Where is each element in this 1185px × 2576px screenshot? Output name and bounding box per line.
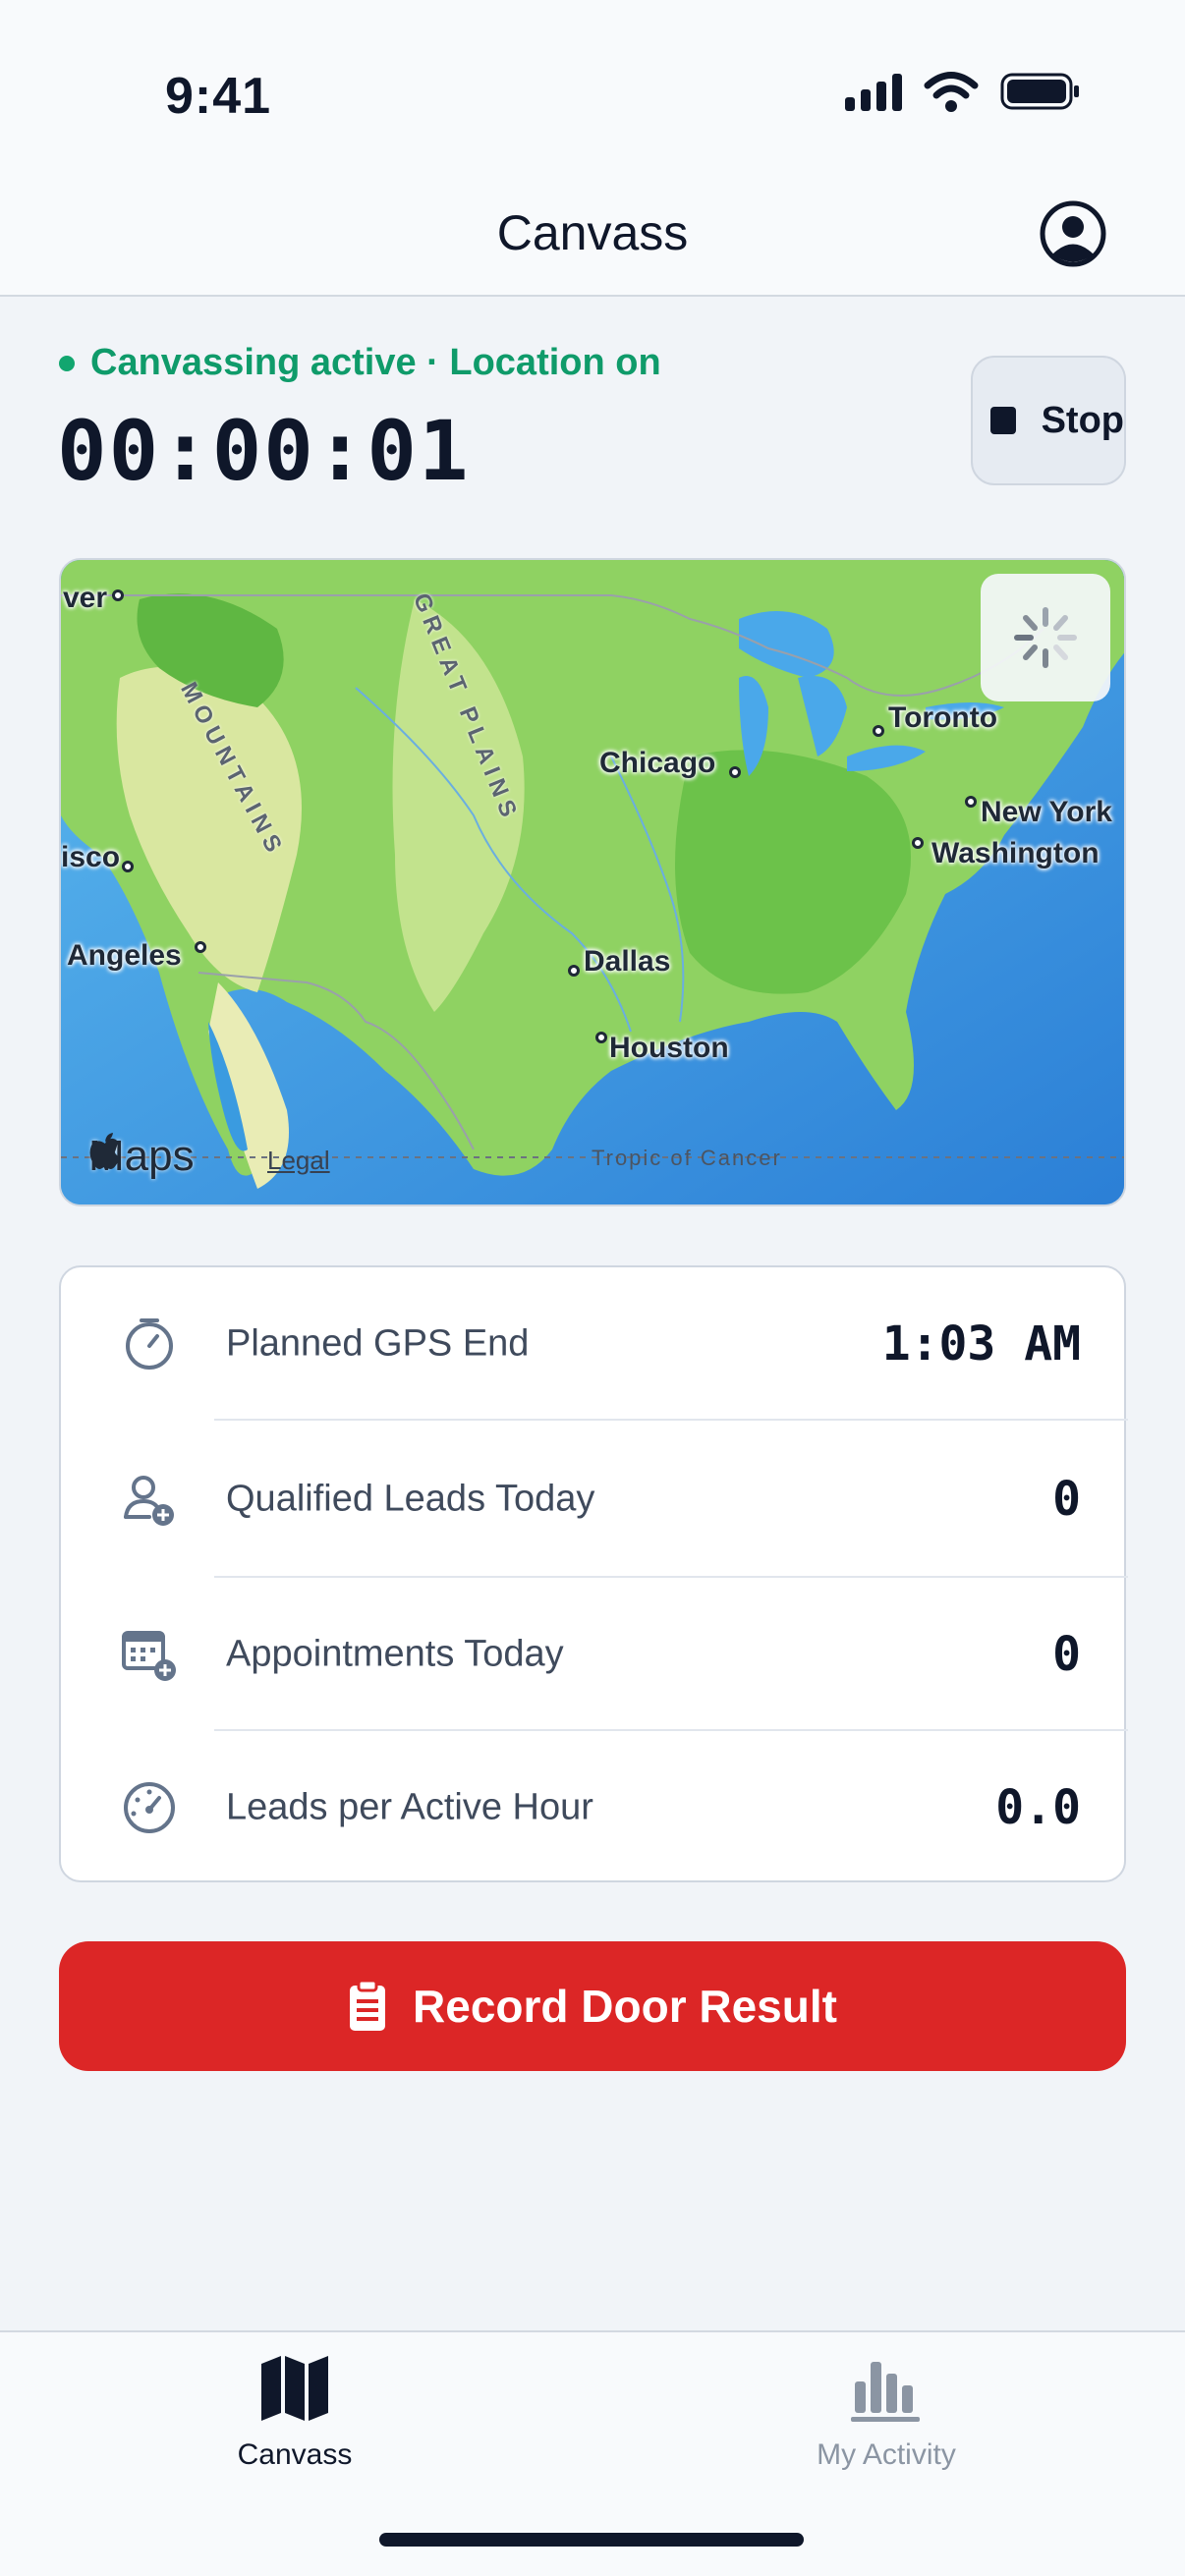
- map-label-washington: Washington: [931, 837, 1100, 869]
- session-status-text: Canvassing active · Location on: [90, 342, 661, 383]
- city-marker: [195, 941, 206, 953]
- stat-value: 0.0: [995, 1780, 1081, 1835]
- tab-canvass[interactable]: Canvass: [147, 2352, 442, 2472]
- maps-attribution: Maps: [88, 1132, 195, 1181]
- timer-icon: [126, 1318, 173, 1370]
- battery-icon: [1000, 73, 1079, 110]
- map-view[interactable]: MOUNTAINS GREAT PLAINS ver Chicago Toron…: [59, 558, 1126, 1206]
- cellular-signal-icon: [845, 72, 902, 111]
- stop-icon: [990, 407, 1016, 434]
- home-indicator: [379, 2533, 804, 2547]
- map-label-new-york: New York: [981, 796, 1112, 828]
- session-status: Canvassing active · Location on: [59, 342, 661, 384]
- map-label-san-francisco: isco: [61, 841, 121, 873]
- city-marker: [122, 861, 134, 872]
- status-icons: [845, 71, 1081, 112]
- city-marker: [912, 837, 924, 849]
- stat-label: Qualified Leads Today: [226, 1478, 595, 1520]
- tab-label: My Activity: [817, 2438, 956, 2471]
- stat-row-gps-end: Planned GPS End 1:03 AM: [61, 1267, 1128, 1421]
- stat-row-appointments: Appointments Today 0: [61, 1578, 1128, 1731]
- bar-chart-icon: [851, 2362, 920, 2422]
- page-title: Canvass: [496, 205, 689, 260]
- apple-logo-icon: [89, 1133, 120, 1169]
- stat-label: Planned GPS End: [226, 1322, 530, 1365]
- person-add-icon: [124, 1476, 174, 1526]
- city-marker: [873, 725, 884, 737]
- record-door-result-label: Record Door Result: [413, 1981, 837, 2032]
- active-dot-icon: [59, 355, 75, 371]
- map-loading-spinner: [981, 574, 1110, 701]
- clipboard-icon: [350, 1980, 386, 2031]
- record-door-result-button[interactable]: Record Door Result: [59, 1941, 1126, 2071]
- stat-label: Appointments Today: [226, 1633, 564, 1675]
- map-label-tropic: Tropic of Cancer: [592, 1146, 782, 1170]
- stat-value: 0: [1052, 1472, 1081, 1527]
- city-marker: [595, 1032, 607, 1043]
- status-bar: 9:41: [0, 0, 1185, 187]
- session-timer: 00:00:01: [57, 403, 471, 499]
- tab-label: Canvass: [237, 2438, 353, 2471]
- map-label-dallas: Dallas: [584, 945, 671, 978]
- stat-row-leads-per-hour: Leads per Active Hour 0.0: [61, 1731, 1128, 1884]
- city-marker: [568, 965, 580, 977]
- map-terrain: [61, 560, 1124, 1204]
- map-label-los-angeles: Angeles: [67, 939, 182, 972]
- stat-value: 1:03 AM: [881, 1316, 1081, 1372]
- nav-header: Canvass: [0, 187, 1185, 297]
- map-icon: [261, 2356, 328, 2421]
- gauge-icon: [124, 1782, 175, 1833]
- city-marker: [112, 589, 124, 601]
- map-label-denver: ver: [63, 582, 108, 614]
- stat-value: 0: [1052, 1627, 1081, 1682]
- stats-card: Planned GPS End 1:03 AM Qualified Leads …: [59, 1265, 1128, 1884]
- profile-icon[interactable]: [1038, 198, 1108, 269]
- stop-button[interactable]: Stop: [971, 356, 1126, 485]
- tab-my-activity[interactable]: My Activity: [739, 2352, 1034, 2472]
- stop-button-label: Stop: [1041, 399, 1124, 441]
- map-label-chicago: Chicago: [599, 747, 716, 779]
- status-time: 9:41: [165, 68, 272, 125]
- stat-row-qualified-leads: Qualified Leads Today 0: [61, 1421, 1128, 1578]
- city-marker: [965, 796, 977, 808]
- city-marker: [729, 766, 741, 778]
- stat-label: Leads per Active Hour: [226, 1786, 593, 1828]
- wifi-icon: [924, 72, 979, 112]
- map-label-houston: Houston: [609, 1032, 729, 1064]
- calendar-add-icon: [122, 1631, 176, 1681]
- map-legal-link[interactable]: Legal: [267, 1146, 330, 1176]
- spinner-icon: [1014, 607, 1077, 668]
- map-label-toronto: Toronto: [888, 701, 998, 734]
